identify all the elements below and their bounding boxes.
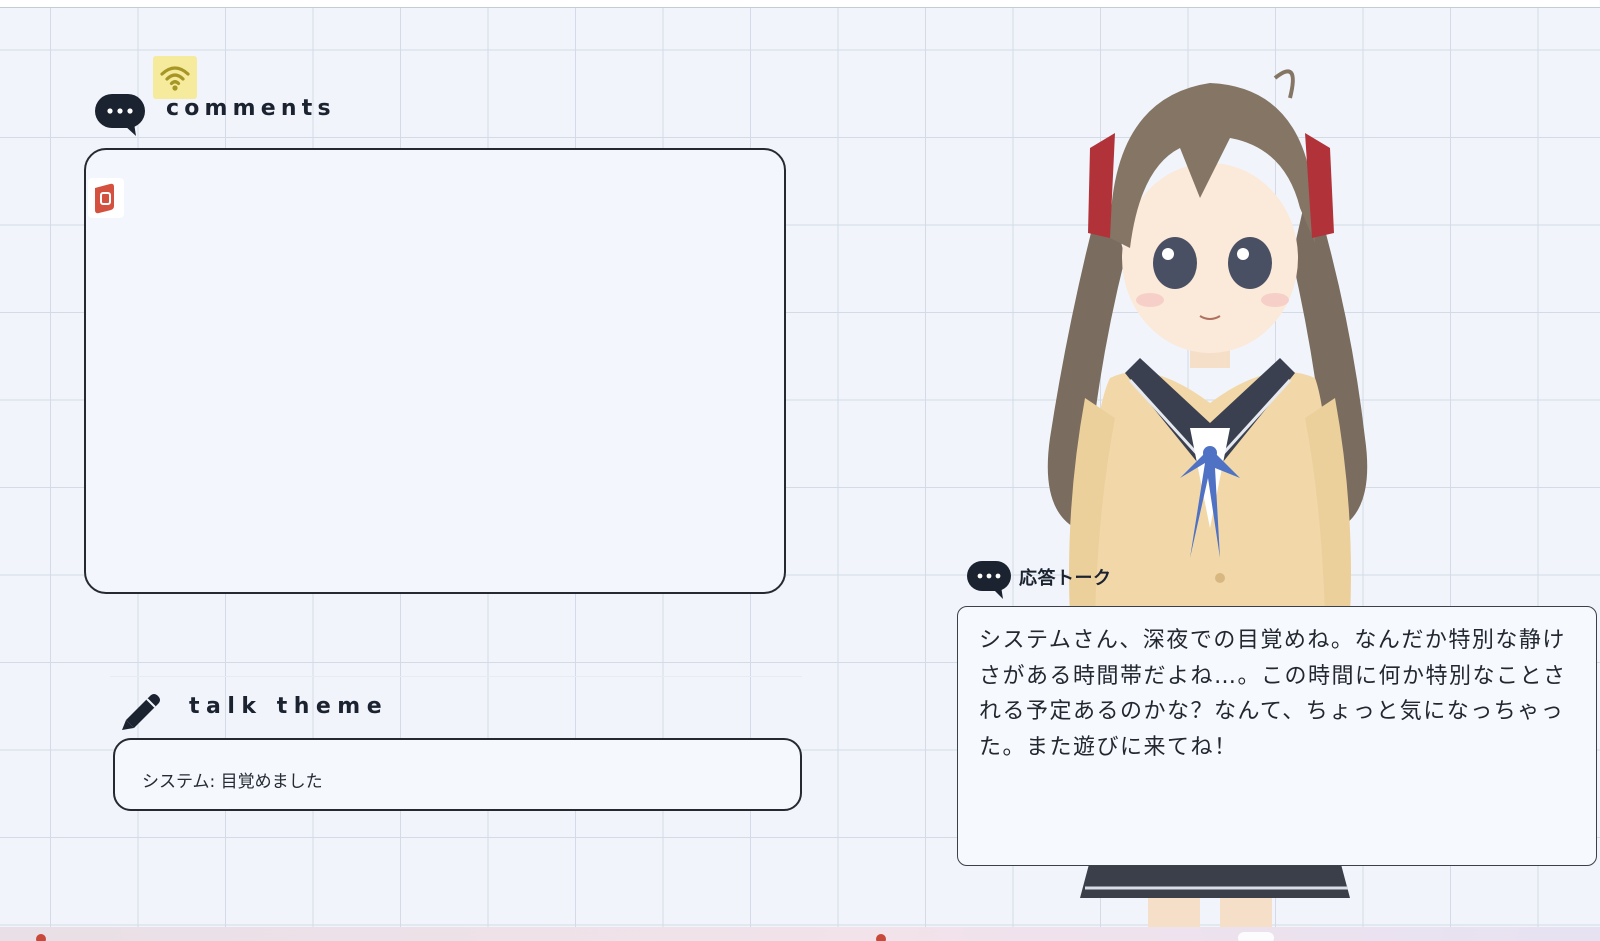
comments-title: comments (166, 96, 336, 121)
section-divider (110, 676, 802, 677)
speech-bubble-icon (95, 94, 145, 136)
status-pill (1238, 932, 1274, 941)
wifi-status-badge[interactable] (153, 56, 197, 99)
speech-bubble-icon (967, 561, 1011, 599)
pencil-icon (122, 694, 160, 730)
response-talk-title: 応答トーク (1019, 568, 1112, 589)
talk-theme-field[interactable]: システム: 目覚めました (113, 738, 802, 811)
comments-panel[interactable] (84, 148, 786, 594)
wifi-icon (160, 66, 190, 91)
bottom-strip (0, 927, 1600, 941)
response-talk-panel: システムさん、深夜での目覚めね。なんだか特別な静けさがある時間帯だよね…。この時… (957, 606, 1597, 866)
response-talk-text: システムさん、深夜での目覚めね。なんだか特別な静けさがある時間帯だよね…。この時… (979, 628, 1567, 760)
talk-theme-value: システム: 目覚めました (142, 772, 323, 792)
status-dot (36, 934, 46, 941)
app-icon[interactable] (88, 178, 124, 218)
window-top-edge (0, 0, 1600, 8)
talk-theme-title: talk theme (189, 694, 389, 719)
status-dot (876, 934, 886, 941)
